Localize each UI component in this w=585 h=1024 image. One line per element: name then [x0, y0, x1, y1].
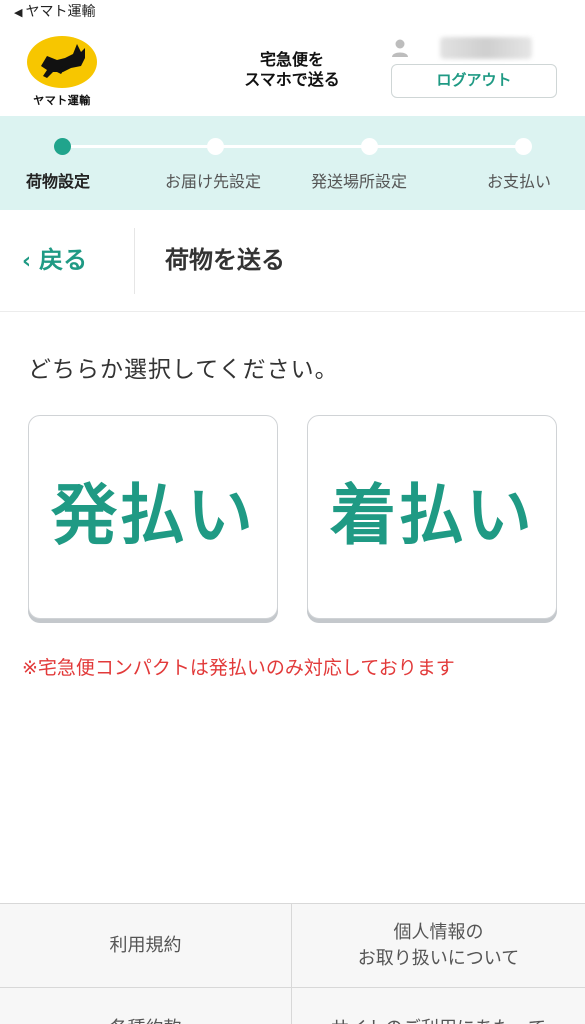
step-label-destination: お届け先設定: [165, 172, 262, 191]
cash-on-delivery-option-label: 着払い: [330, 477, 534, 554]
logout-button[interactable]: ログアウト: [391, 64, 557, 98]
footer: 利用規約 個人情報の お取り扱いについて 各種約款 サイトのご利用にあたって: [0, 903, 585, 1024]
step-label-package: 荷物設定: [26, 172, 91, 191]
header: ヤマト運輸 宅急便を スマホで送る ログアウト: [0, 22, 585, 116]
page-title: 荷物を送る: [165, 246, 285, 274]
step-label-shipping-place: 発送場所設定: [311, 172, 408, 191]
footer-link-terms-label: 利用規約: [109, 935, 182, 956]
footer-link-site-usage-label: サイトのご利用にあたって: [292, 1016, 585, 1024]
step-dot-4: [515, 138, 532, 155]
back-arrow-icon: ◀: [14, 6, 23, 19]
status-bar: ◀ ヤマト運輸: [0, 0, 585, 22]
compact-notice: ※宅急便コンパクトは発払いのみ対応しております: [22, 657, 455, 679]
prepaid-option-button[interactable]: 発払い: [28, 415, 278, 619]
user-icon: [392, 39, 408, 57]
footer-link-terms[interactable]: 利用規約: [0, 904, 292, 988]
back-to-app-link[interactable]: ◀ ヤマト運輸: [14, 1, 95, 21]
logo-text: ヤマト運輸: [33, 94, 91, 107]
cash-on-delivery-option-button[interactable]: 着払い: [307, 415, 557, 619]
back-to-app-label: ヤマト運輸: [25, 4, 96, 20]
footer-link-privacy-line1: 個人情報の: [393, 922, 484, 943]
back-button[interactable]: ‹ 戻る: [22, 238, 87, 282]
step-dot-1: [54, 138, 71, 155]
back-label: 戻る: [39, 246, 88, 274]
step-dot-2: [207, 138, 224, 155]
footer-link-agreements-label: 各種約款: [0, 1016, 291, 1024]
chevron-left-icon: ‹: [22, 249, 32, 274]
step-dot-3: [361, 138, 378, 155]
logo-badge: [27, 36, 97, 88]
title-bar: ‹ 戻る 荷物を送る: [0, 210, 585, 312]
footer-link-privacy-line2: お取り扱いについて: [357, 948, 520, 969]
footer-link-privacy[interactable]: 個人情報の お取り扱いについて: [292, 904, 585, 988]
select-prompt: どちらか選択してください。: [28, 357, 339, 383]
progress-steps: 荷物設定 お届け先設定 発送場所設定 お支払い: [0, 116, 585, 210]
brand-title-line2: スマホで送る: [244, 70, 340, 89]
step-label-payment: お支払い: [487, 172, 552, 191]
brand-title-line1: 宅急便を: [259, 50, 324, 69]
black-cat-icon: [41, 44, 85, 78]
user-name-redacted: [440, 37, 532, 59]
prepaid-option-label: 発払い: [51, 477, 255, 554]
footer-link-agreements[interactable]: 各種約款: [0, 988, 292, 1024]
yamato-logo[interactable]: ヤマト運輸: [22, 36, 102, 112]
footer-link-site-usage[interactable]: サイトのご利用にあたって: [292, 988, 585, 1024]
divider: [134, 228, 135, 294]
steps-line: [62, 145, 524, 148]
brand-title: 宅急便を スマホで送る: [226, 50, 358, 90]
